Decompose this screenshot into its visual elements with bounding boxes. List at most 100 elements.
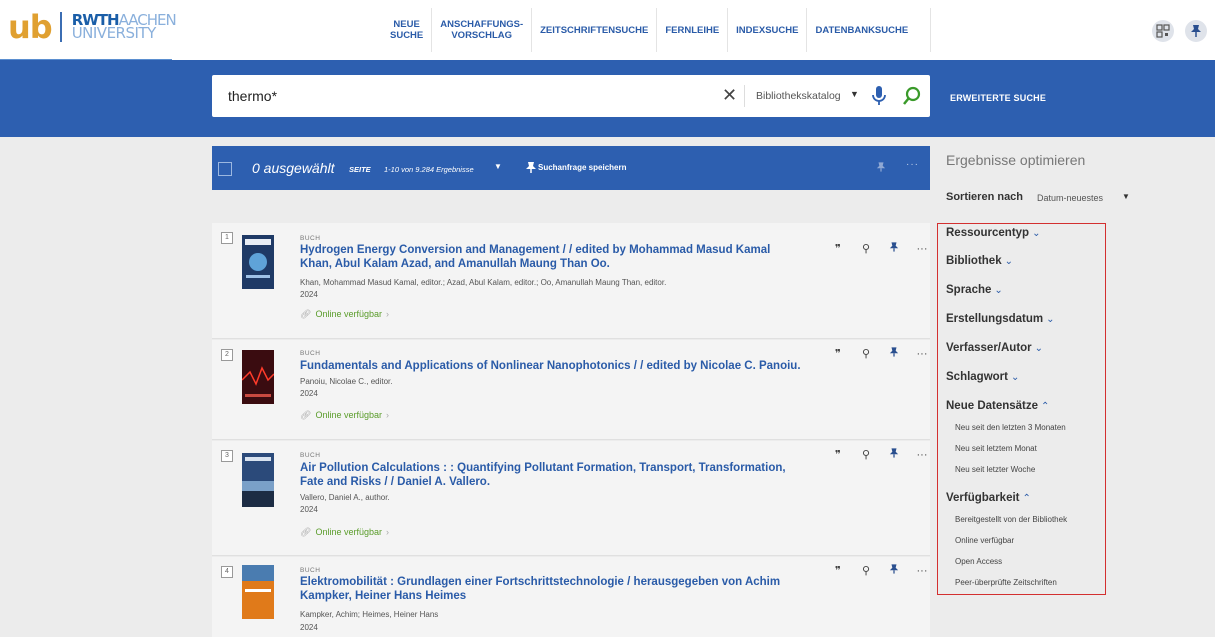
link-icon: 🔗︎ xyxy=(300,410,312,420)
result-actions: ❞ ⚲ ··· xyxy=(824,563,936,578)
facet-option[interactable]: Bereitgestellt von der Bibliothek xyxy=(955,515,1067,524)
facet-ressourcentyp[interactable]: Ressourcentyp ⌄ xyxy=(946,227,1040,239)
quote-icon[interactable]: ❞ xyxy=(824,242,852,255)
result-number[interactable]: 2 xyxy=(221,349,233,361)
availability-link[interactable]: 🔗︎ Online verfügbar › xyxy=(300,527,389,538)
facet-option[interactable]: Online verfügbar xyxy=(955,536,1014,545)
book-cover-image[interactable] xyxy=(241,350,275,404)
pin-icon[interactable] xyxy=(880,563,908,578)
nav-indexsuche[interactable]: INDEXSUCHE xyxy=(728,8,808,52)
nav-datenbanksuche[interactable]: DATENBANKSUCHE xyxy=(807,8,916,52)
result-title[interactable]: Air Pollution Calculations : : Quantifyi… xyxy=(300,461,800,489)
nav-divider xyxy=(930,8,931,52)
result-number[interactable]: 4 xyxy=(221,566,233,578)
chevron-right-icon: › xyxy=(385,410,389,420)
quote-icon[interactable]: ❞ xyxy=(824,448,852,461)
nav-neue-suche[interactable]: NEUE SUCHE xyxy=(382,8,433,52)
link-icon[interactable]: ⚲ xyxy=(852,448,880,461)
facet-option[interactable]: Neu seit letztem Monat xyxy=(955,444,1037,453)
resource-type: BUCH xyxy=(300,235,321,242)
result-year: 2024 xyxy=(300,389,318,398)
chevron-down-icon[interactable]: ▼ xyxy=(494,162,502,171)
nav-anschaffungsvorschlag[interactable]: ANSCHAFFUNGS- VORSCHLAG xyxy=(432,8,533,52)
facet-option[interactable]: Neu seit den letzten 3 Monaten xyxy=(955,423,1066,432)
advanced-search-link[interactable]: ERWEITERTE SUCHE xyxy=(950,93,1046,103)
facet-bibliothek[interactable]: Bibliothek ⌄ xyxy=(946,255,1013,267)
facet-panel: Ressourcentyp ⌄ Bibliothek ⌄ Sprache ⌄ Erst… xyxy=(937,223,1106,595)
facet-verfuegbarkeit[interactable]: Verfügbarkeit ⌃ xyxy=(946,492,1031,504)
book-cover-image[interactable] xyxy=(242,235,274,289)
facet-option[interactable]: Neu seit letzter Woche xyxy=(955,465,1035,474)
search-box[interactable]: thermo* ✕ Bibliothekskatalog ▼ xyxy=(212,75,930,117)
availability-link[interactable]: 🔗︎ Online verfügbar › xyxy=(300,309,389,320)
resource-type: BUCH xyxy=(300,452,321,459)
more-icon[interactable]: ··· xyxy=(908,565,936,577)
more-icon[interactable]: ··· xyxy=(908,243,936,255)
result-year: 2024 xyxy=(300,290,318,299)
result-item[interactable]: 4 BUCH Elektromobilität : Grundlagen ein… xyxy=(212,557,930,637)
result-authors: Panoiu, Nicolae C., editor. xyxy=(300,377,393,386)
panel-title: Ergebnisse optimieren xyxy=(946,152,1086,168)
microphone-icon[interactable] xyxy=(872,85,886,112)
chevron-right-icon: › xyxy=(385,309,389,319)
chevron-down-icon[interactable]: ▼ xyxy=(850,89,859,99)
link-icon[interactable]: ⚲ xyxy=(852,564,880,577)
chevron-down-icon: ⌄ xyxy=(994,285,1003,296)
search-icon[interactable] xyxy=(902,85,922,112)
book-cover-image[interactable] xyxy=(242,565,274,619)
result-number[interactable]: 3 xyxy=(221,450,233,462)
search-scope-select[interactable]: Bibliothekskatalog xyxy=(756,90,841,102)
select-all-checkbox[interactable] xyxy=(218,162,232,176)
availability-link[interactable]: 🔗︎ Online verfügbar › xyxy=(300,410,389,421)
facet-verfasser[interactable]: Verfasser/Autor ⌄ xyxy=(946,342,1043,354)
chevron-up-icon: ⌃ xyxy=(1041,401,1050,412)
result-title[interactable]: Elektromobilität : Grundlagen einer Fort… xyxy=(300,575,800,603)
pin-icon[interactable] xyxy=(880,346,908,361)
link-icon: 🔗︎ xyxy=(300,309,312,319)
pin-icon[interactable] xyxy=(880,241,908,256)
save-query-button[interactable]: Suchanfrage speichern xyxy=(538,163,626,172)
facet-sprache[interactable]: Sprache ⌄ xyxy=(946,284,1003,296)
more-icon[interactable]: ··· xyxy=(908,449,936,461)
chevron-down-icon: ⌄ xyxy=(1034,343,1044,354)
pin-icon[interactable] xyxy=(880,447,908,462)
quote-icon[interactable]: ❞ xyxy=(824,564,852,577)
chevron-up-icon: ⌃ xyxy=(1022,493,1031,504)
chevron-down-icon[interactable]: ▼ xyxy=(1122,192,1130,201)
logo-ub: ub xyxy=(8,8,53,46)
selected-count: 0 ausgewählt xyxy=(252,160,335,176)
qr-code-icon[interactable] xyxy=(1152,20,1174,42)
pin-icon[interactable] xyxy=(1185,20,1207,42)
quote-icon[interactable]: ❞ xyxy=(824,347,852,360)
more-icon[interactable]: ··· xyxy=(908,348,936,360)
pin-icon[interactable] xyxy=(876,160,886,178)
facet-option[interactable]: Open Access xyxy=(955,557,1002,566)
resource-type: BUCH xyxy=(300,350,321,357)
chevron-down-icon: ⌄ xyxy=(1046,314,1055,325)
result-title[interactable]: Hydrogen Energy Conversion and Managemen… xyxy=(300,243,800,271)
results-range[interactable]: 1-10 von 9.284 Ergebnisse xyxy=(384,165,474,174)
book-cover-image[interactable] xyxy=(242,453,274,507)
nav-fernleihe[interactable]: FERNLEIHE xyxy=(657,8,729,52)
pin-icon[interactable] xyxy=(525,161,537,179)
result-item[interactable]: 3 BUCH Air Pollution Calculations : : Qu… xyxy=(212,441,930,556)
link-icon[interactable]: ⚲ xyxy=(852,347,880,360)
facet-option[interactable]: Peer-überprüfte Zeitschriften xyxy=(955,578,1057,587)
result-title[interactable]: Fundamentals and Applications of Nonline… xyxy=(300,359,840,373)
search-input[interactable]: thermo* xyxy=(228,88,277,104)
result-item[interactable]: 2 BUCH Fundamentals and Applications of … xyxy=(212,340,930,440)
sort-select[interactable]: Datum-neuestes xyxy=(1037,193,1103,203)
result-actions: ❞ ⚲ ··· xyxy=(824,241,936,256)
facet-schlagwort[interactable]: Schlagwort ⌄ xyxy=(946,371,1019,383)
facet-neue-datensaetze[interactable]: Neue Datensätze ⌃ xyxy=(946,400,1049,412)
facet-erstellungsdatum[interactable]: Erstellungsdatum ⌄ xyxy=(946,313,1055,325)
result-number[interactable]: 1 xyxy=(221,232,233,244)
logo-divider xyxy=(59,12,62,42)
clear-icon[interactable]: ✕ xyxy=(722,85,737,106)
result-year: 2024 xyxy=(300,505,318,514)
link-icon[interactable]: ⚲ xyxy=(852,242,880,255)
more-icon[interactable]: ··· xyxy=(906,159,919,170)
result-item[interactable]: 1 BUCH Hydrogen Energy Conversion and Ma… xyxy=(212,223,930,339)
library-logo[interactable]: ub RWTHAACHEN UNIVERSITY xyxy=(8,8,177,46)
nav-zeitschriftensuche[interactable]: ZEITSCHRIFTENSUCHE xyxy=(532,8,658,52)
